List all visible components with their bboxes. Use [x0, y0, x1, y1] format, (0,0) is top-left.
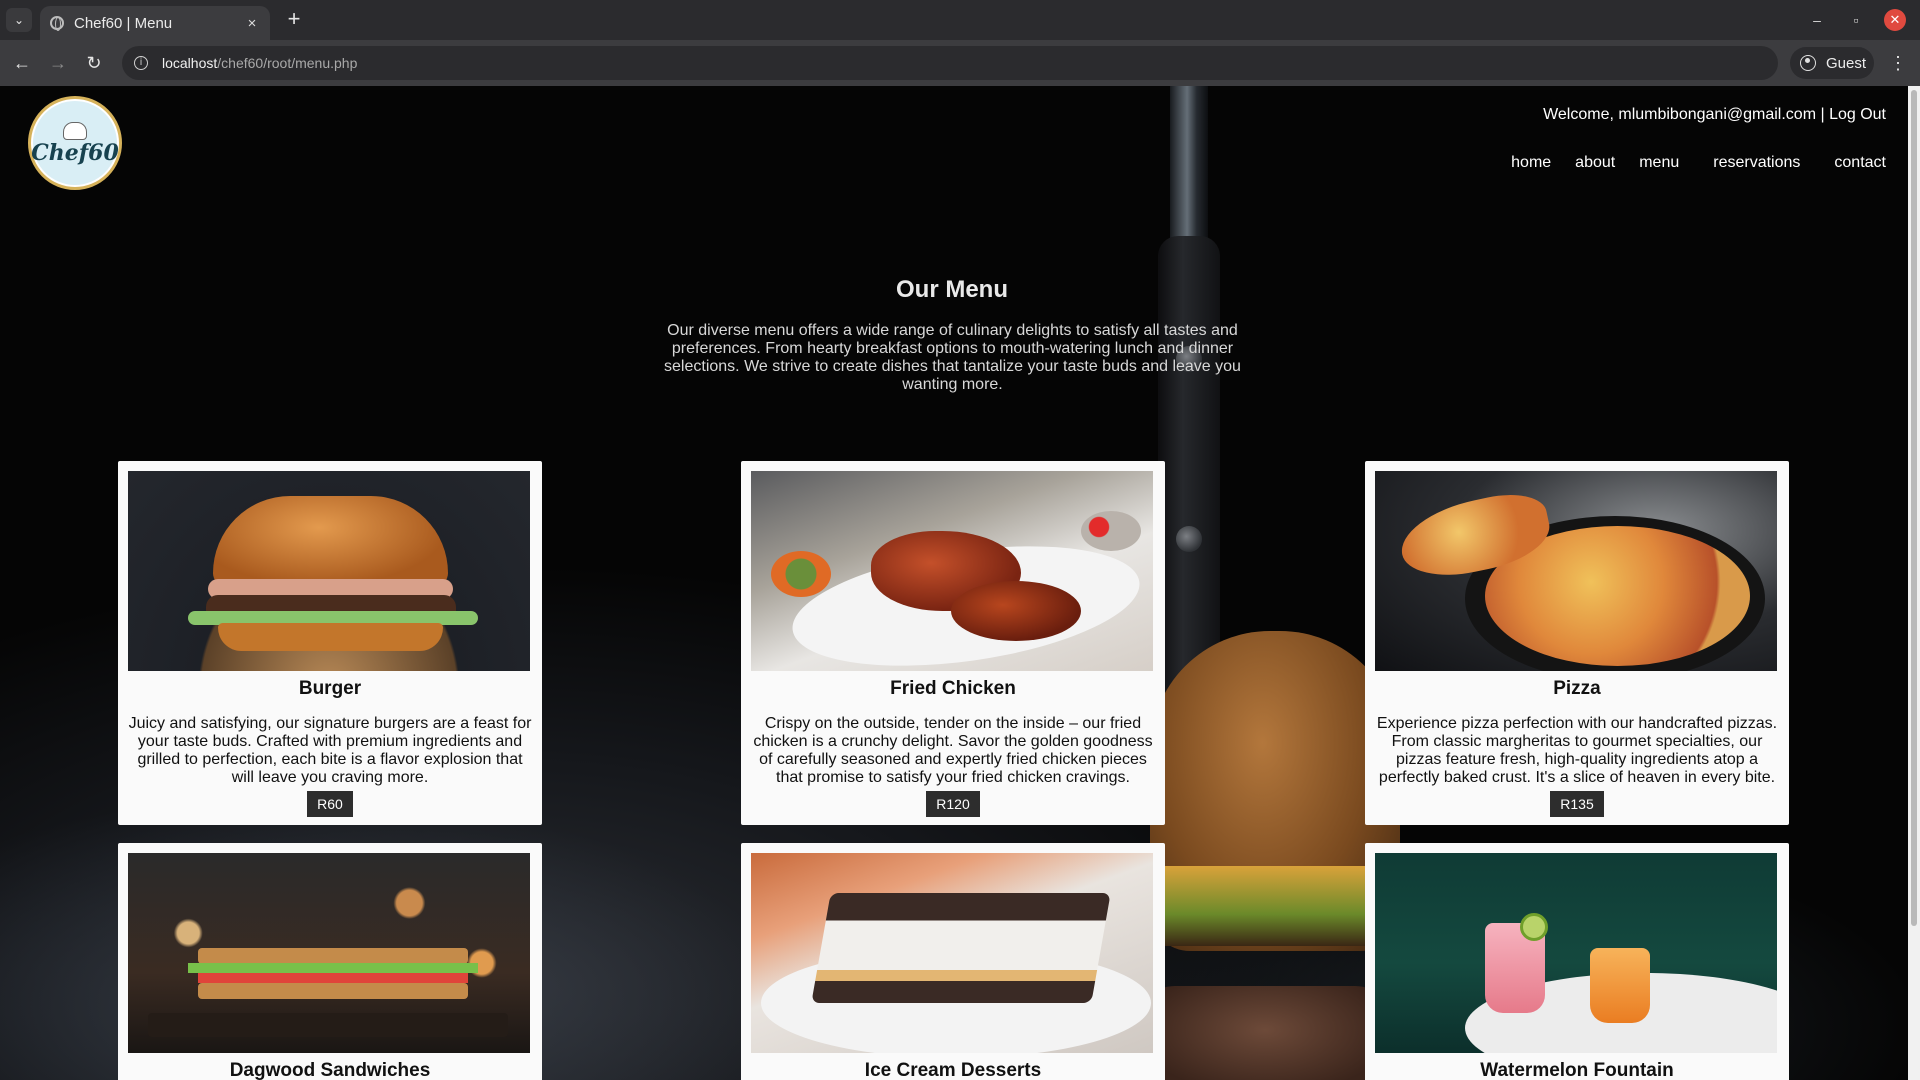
new-tab-button[interactable]: + [282, 8, 306, 32]
window-close-icon[interactable]: ✕ [1884, 9, 1906, 31]
burger-image [128, 471, 530, 671]
sandwich-image [128, 853, 530, 1053]
pizza-image [1375, 471, 1777, 671]
fried-chicken-image [751, 471, 1153, 671]
tab-close-icon[interactable]: × [244, 15, 260, 32]
page-scrollbar[interactable] [1908, 86, 1920, 1080]
chef-hat-icon [63, 122, 87, 140]
url-path: /chef60/root/menu.php [217, 55, 358, 71]
reload-icon[interactable]: ↻ [82, 51, 106, 75]
main-nav: home about menu reservations contact [1487, 154, 1886, 172]
scrollbar-thumb[interactable] [1911, 90, 1917, 926]
browser-menu-icon[interactable]: ⋮ [1888, 51, 1908, 75]
welcome-logout-text[interactable]: Welcome, mlumbibongani@gmail.com | Log O… [1543, 106, 1886, 124]
url-host: localhost [162, 55, 218, 71]
browser-tab-bar: ⌄ Chef60 | Menu × + – ▫ ✕ [0, 0, 1920, 40]
menu-item-name: Pizza [1553, 678, 1601, 699]
menu-card-watermelon-fountain: Watermelon Fountain [1365, 843, 1789, 1080]
browser-tab-active[interactable]: Chef60 | Menu × [40, 6, 270, 40]
background-burger-patty [1135, 986, 1395, 1080]
site-info-icon[interactable]: i [134, 56, 148, 70]
site-logo[interactable]: Chef60 [28, 96, 122, 190]
logo-text: Chef60 [31, 140, 119, 166]
nav-home-link[interactable]: home [1511, 154, 1551, 172]
tab-list-button[interactable]: ⌄ [6, 8, 32, 32]
menu-card-burger: Burger Juicy and satisfying, our signatu… [118, 461, 542, 825]
profile-label: Guest [1826, 54, 1867, 72]
browser-toolbar: ← → ↻ i localhost/chef60/root/menu.php G… [0, 40, 1920, 86]
menu-item-name: Burger [298, 678, 362, 699]
menu-card-dagwood-sandwiches: Dagwood Sandwiches [118, 843, 542, 1080]
nav-reservations-link[interactable]: reservations [1713, 154, 1800, 172]
restore-icon[interactable]: ▫ [1845, 9, 1867, 31]
background-knife-handle [1158, 236, 1220, 706]
menu-item-name: Dagwood Sandwiches [229, 1060, 431, 1080]
menu-card-fried-chicken: Fried Chicken Crispy on the outside, ten… [741, 461, 1165, 825]
menu-item-name: Watermelon Fountain [1480, 1060, 1674, 1080]
menu-item-name: Ice Cream Desserts [864, 1060, 1042, 1080]
tab-title: Chef60 | Menu [74, 14, 173, 32]
address-bar[interactable]: i localhost/chef60/root/menu.php [122, 46, 1778, 80]
menu-card-pizza: Pizza Experience pizza perfection with o… [1365, 461, 1789, 825]
forward-icon[interactable]: → [46, 51, 70, 75]
minimize-icon[interactable]: – [1806, 9, 1828, 31]
drinks-image [1375, 853, 1777, 1053]
menu-intro-text: Our diverse menu offers a wide range of … [664, 322, 1241, 393]
page-viewport: Chef60 Welcome, mlumbibongani@gmail.com … [0, 86, 1908, 1080]
menu-item-description: Juicy and satisfying, our signature burg… [128, 715, 532, 786]
menu-item-description: Crispy on the outside, tender on the ins… [753, 715, 1153, 786]
nav-contact-link[interactable]: contact [1834, 154, 1886, 172]
nav-about-link[interactable]: about [1575, 154, 1615, 172]
menu-item-price: R135 [1550, 791, 1604, 817]
globe-icon [50, 16, 64, 31]
knife-rivet [1176, 526, 1202, 552]
page-title: Our Menu [896, 276, 1008, 303]
back-icon[interactable]: ← [10, 51, 34, 75]
menu-item-price: R120 [926, 791, 980, 817]
menu-item-name: Fried Chicken [890, 678, 1016, 699]
background-burger-filling [1130, 866, 1400, 946]
ice-cream-image [751, 853, 1153, 1053]
nav-menu-link[interactable]: menu [1639, 154, 1679, 172]
menu-item-price: R60 [307, 791, 353, 817]
person-icon [1800, 55, 1816, 71]
menu-item-description: Experience pizza perfection with our han… [1376, 715, 1778, 786]
profile-button[interactable]: Guest [1790, 47, 1874, 79]
menu-card-ice-cream-desserts: Ice Cream Desserts [741, 843, 1165, 1080]
